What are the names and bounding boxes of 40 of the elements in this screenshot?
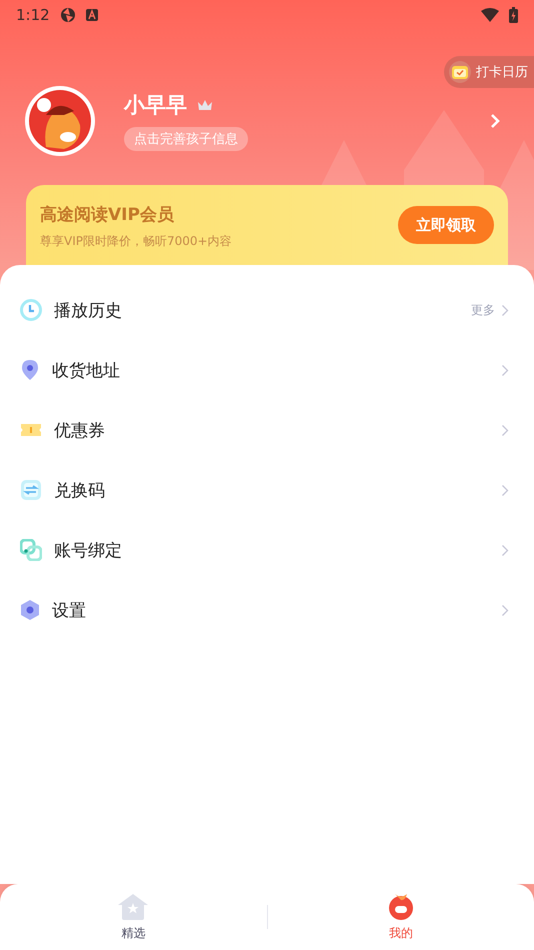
chevron-right-icon[interactable] xyxy=(490,113,500,129)
home-icon xyxy=(117,892,150,920)
menu-item[interactable]: 账号绑定 xyxy=(0,520,534,580)
nav-tab[interactable]: 我的 xyxy=(268,892,534,942)
status-time: 1:12 xyxy=(16,6,50,24)
menu-label: 设置 xyxy=(52,600,87,622)
nav-tab[interactable]: 精选 xyxy=(0,892,266,942)
smiley-icon xyxy=(386,892,415,920)
chevron-right-icon xyxy=(501,544,509,556)
calendar-icon xyxy=(449,61,471,83)
menu-item[interactable]: 设置 xyxy=(0,580,534,640)
menu-label: 账号绑定 xyxy=(54,540,123,562)
settings-icon xyxy=(20,599,40,621)
menu-label: 兑换码 xyxy=(54,480,106,502)
menu-item[interactable]: 兑换码 xyxy=(0,460,534,520)
menu-label: 收货地址 xyxy=(52,360,121,382)
exchange-icon xyxy=(20,479,42,501)
user-name: 小早早 xyxy=(124,92,187,119)
menu-item[interactable]: 收货地址 xyxy=(0,340,534,400)
ticket-icon xyxy=(20,422,42,438)
battery-icon xyxy=(509,7,518,23)
vip-title: 高途阅读VIP会员 xyxy=(40,204,175,226)
location-pin-icon xyxy=(20,359,40,381)
app-icon xyxy=(60,7,76,23)
chevron-right-icon xyxy=(501,304,509,316)
crown-icon xyxy=(197,99,213,111)
keyboard-icon xyxy=(86,9,98,21)
chevron-right-icon xyxy=(501,364,509,376)
chevron-right-icon xyxy=(501,484,509,496)
chevron-right-icon xyxy=(501,604,509,616)
menu-item[interactable]: 播放历史 更多 xyxy=(0,280,534,340)
menu-item[interactable]: 优惠券 xyxy=(0,400,534,460)
vip-subtitle: 尊享VIP限时降价，畅听7000+内容 xyxy=(40,233,233,250)
menu-label: 优惠券 xyxy=(54,420,106,442)
clock-icon xyxy=(20,299,42,321)
menu-label: 播放历史 xyxy=(54,300,123,322)
avatar[interactable] xyxy=(24,85,96,157)
wifi-icon xyxy=(481,8,499,22)
chevron-right-icon xyxy=(501,424,509,436)
link-squares-icon xyxy=(20,539,42,561)
